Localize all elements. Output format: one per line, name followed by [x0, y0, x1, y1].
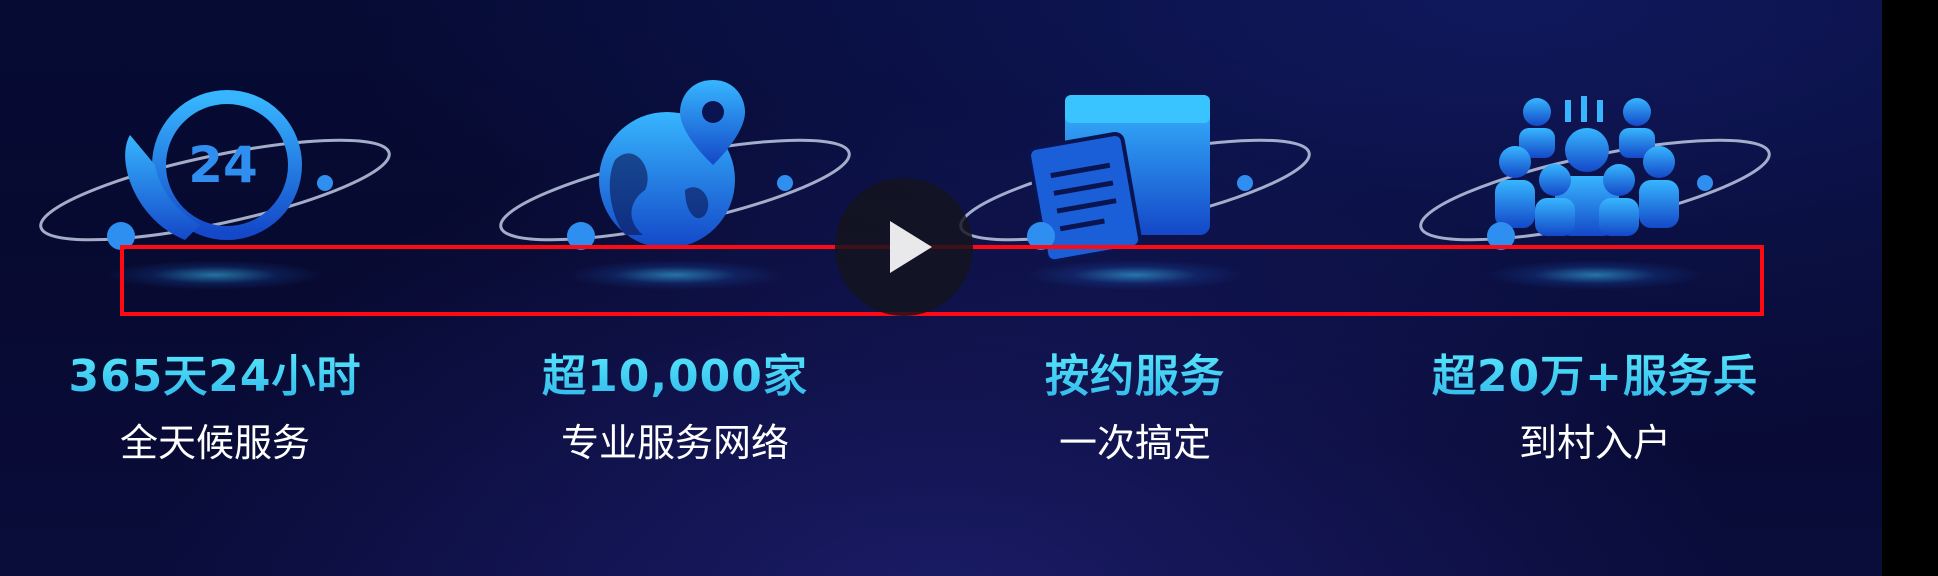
- feature-subline: 一次搞定: [1058, 421, 1211, 465]
- clipboard-box-icon: [959, 95, 1311, 264]
- feature-headline: 超20万+服务兵: [1415, 340, 1775, 404]
- feature-subline: 全天候服务: [119, 421, 310, 465]
- icon-badge-text: 24: [188, 136, 258, 194]
- feature-headline: 365天24小时: [35, 340, 395, 404]
- globe-location-icon: [499, 80, 851, 250]
- feature-headline: 按约服务: [955, 340, 1315, 404]
- feature-subline: 到村入户: [1518, 421, 1671, 465]
- letterbox-bar: [1882, 0, 1938, 576]
- video-frame[interactable]: 24 365天24小时 全天候服务 超10,000家 专业服务网络 按约服务 一…: [0, 0, 1882, 576]
- play-button[interactable]: [835, 178, 973, 316]
- play-icon: [890, 221, 932, 273]
- 24-hour-phone-icon: 24: [39, 90, 391, 250]
- feature-subline: 专业服务网络: [560, 421, 789, 465]
- feature-headline: 超10,000家: [495, 340, 855, 404]
- service-team-icon: [1419, 96, 1771, 250]
